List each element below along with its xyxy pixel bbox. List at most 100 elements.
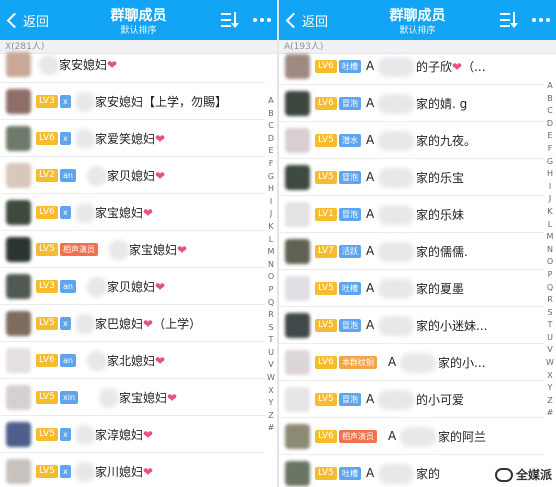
avatar[interactable] (285, 165, 310, 190)
member-row[interactable]: LV6 x 家宝媳妇❤ (0, 195, 265, 231)
more-icon[interactable] (532, 18, 550, 22)
avatar[interactable] (285, 424, 310, 449)
member-row[interactable]: LV6 吐槽 A 的子欣❤（... (279, 49, 544, 85)
member-row[interactable]: LV5 冒泡 A 的小可爱 (279, 382, 544, 418)
avatar[interactable] (6, 422, 31, 447)
index-letter[interactable]: X (268, 385, 273, 398)
index-letter[interactable]: C (547, 105, 553, 118)
member-row[interactable]: LV5 冒泡 A 家的乐宝 (279, 160, 544, 196)
avatar[interactable] (285, 239, 310, 264)
index-letter[interactable]: M (547, 231, 554, 244)
index-letter[interactable]: O (268, 271, 274, 284)
alphabet-index[interactable]: A B C D E F G H I J K L M N O P Q R S T U V W X Y Z # (265, 95, 277, 435)
member-row[interactable]: LV5 xin 家宝媳妇❤ (0, 380, 265, 416)
avatar[interactable] (285, 313, 310, 338)
index-letter[interactable]: I (549, 181, 551, 194)
avatar[interactable] (6, 200, 31, 225)
avatar[interactable] (285, 461, 310, 486)
index-letter[interactable]: Q (268, 297, 274, 310)
index-letter[interactable]: L (548, 219, 552, 232)
sort-icon[interactable] (221, 11, 239, 29)
avatar[interactable] (6, 126, 31, 151)
avatar[interactable] (6, 385, 31, 410)
index-letter[interactable]: A (547, 80, 552, 93)
avatar[interactable] (6, 163, 31, 188)
member-row[interactable]: LV6 an 家北媳妇❤ (0, 343, 265, 379)
avatar[interactable] (285, 350, 310, 375)
index-letter[interactable]: T (548, 319, 553, 332)
index-letter[interactable]: V (547, 344, 552, 357)
index-letter[interactable]: B (547, 93, 553, 106)
index-letter[interactable]: P (269, 284, 274, 297)
avatar[interactable] (285, 91, 310, 116)
member-row[interactable]: LV5 冒泡 A 家的小迷妹... (279, 308, 544, 344)
index-letter[interactable]: N (547, 244, 553, 257)
index-letter[interactable]: U (547, 332, 553, 345)
index-letter[interactable]: Y (269, 397, 274, 410)
index-letter[interactable]: Z (547, 395, 552, 408)
member-row[interactable]: LV1 冒泡 A 家的乐妹 (279, 197, 544, 233)
index-letter[interactable]: D (547, 118, 553, 131)
avatar[interactable] (6, 459, 31, 484)
avatar[interactable] (6, 348, 31, 373)
avatar[interactable] (6, 237, 31, 262)
index-letter[interactable]: S (547, 307, 552, 320)
index-letter[interactable]: N (268, 259, 274, 272)
index-letter[interactable]: L (269, 234, 273, 247)
index-letter[interactable]: U (268, 347, 274, 360)
member-row[interactable]: LV6 相声演员 A 家的阿兰 (279, 419, 544, 455)
member-row[interactable]: LV2 an 家贝媳妇❤ (0, 158, 265, 194)
index-letter[interactable]: W (546, 357, 554, 370)
member-row[interactable]: LV5 相声演员 家宝媳妇❤ (0, 232, 265, 268)
index-letter[interactable]: H (547, 168, 553, 181)
index-letter[interactable]: S (268, 322, 273, 335)
avatar[interactable] (285, 54, 310, 79)
member-row[interactable]: LV6 x 家爱笑媳妇❤ (0, 121, 265, 157)
index-letter[interactable]: # (268, 422, 275, 435)
avatar[interactable] (6, 52, 31, 77)
index-letter[interactable]: E (547, 130, 552, 143)
index-letter[interactable]: P (548, 269, 553, 282)
index-letter[interactable]: H (268, 183, 274, 196)
index-letter[interactable]: K (547, 206, 552, 219)
index-letter[interactable]: A (268, 95, 273, 108)
member-row[interactable]: LV5 x 家淳媳妇❤ (0, 417, 265, 453)
index-letter[interactable]: W (267, 372, 275, 385)
member-row[interactable]: LV5 x 家巴媳妇❤（上学） (0, 306, 265, 342)
index-letter[interactable]: O (547, 256, 553, 269)
index-letter[interactable]: C (268, 120, 274, 133)
member-row[interactable]: LV6 冒泡 A 家的婧. g (279, 86, 544, 122)
index-letter[interactable]: K (268, 221, 273, 234)
avatar[interactable] (285, 202, 310, 227)
index-letter[interactable]: F (548, 143, 553, 156)
index-letter[interactable]: G (547, 156, 553, 169)
member-row[interactable]: LV5 吐槽 A 家的夏墨 (279, 271, 544, 307)
index-letter[interactable]: X (547, 370, 552, 383)
index-letter[interactable]: J (270, 208, 272, 221)
index-letter[interactable]: Q (547, 282, 553, 295)
more-icon[interactable] (253, 18, 271, 22)
index-letter[interactable]: # (547, 407, 554, 420)
index-letter[interactable]: B (268, 108, 274, 121)
index-letter[interactable]: R (547, 294, 553, 307)
member-row[interactable]: LV3 an 家贝媳妇❤ (0, 269, 265, 305)
index-letter[interactable]: Y (548, 382, 553, 395)
member-row[interactable]: 家安媳妇❤ (0, 47, 265, 83)
member-row[interactable]: LV6 本群纹铜 A 家的小... (279, 345, 544, 381)
avatar[interactable] (6, 89, 31, 114)
alphabet-index[interactable]: A B C D E F G H I J K L M N O P Q R S T U V W X Y Z # (544, 80, 556, 420)
avatar[interactable] (285, 276, 310, 301)
index-letter[interactable]: V (268, 359, 273, 372)
index-letter[interactable]: I (270, 196, 272, 209)
index-letter[interactable]: M (268, 246, 275, 259)
member-row[interactable]: LV5 潜水 A 家的九夜。 (279, 123, 544, 159)
index-letter[interactable]: J (549, 193, 551, 206)
index-letter[interactable]: D (268, 133, 274, 146)
index-letter[interactable]: R (268, 309, 274, 322)
index-letter[interactable]: F (269, 158, 274, 171)
avatar[interactable] (285, 387, 310, 412)
avatar[interactable] (285, 128, 310, 153)
index-letter[interactable]: T (269, 334, 274, 347)
index-letter[interactable]: E (268, 145, 273, 158)
avatar[interactable] (6, 274, 31, 299)
